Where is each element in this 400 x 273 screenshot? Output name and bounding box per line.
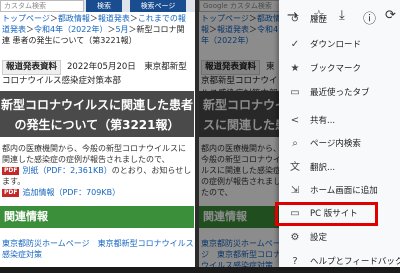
pdf-icon: PDF bbox=[2, 166, 20, 175]
menu-item-label: 共有... bbox=[310, 116, 336, 126]
menu-item-share[interactable]: < 共有... bbox=[279, 110, 400, 132]
menu-item-recent-tabs[interactable]: ▭ 最近使ったタブ bbox=[279, 82, 400, 104]
search-input[interactable]: カスタム検索 bbox=[0, 0, 84, 12]
find-in-page-icon: ⌕ bbox=[292, 138, 298, 149]
highlight-settings bbox=[275, 202, 378, 226]
breadcrumb-press[interactable]: 報道発表 bbox=[98, 14, 130, 23]
search-bar: カスタム検索 検索 検索ページ bbox=[0, 0, 195, 12]
press-header: 報道発表資料 2022年05月20日 東京都新型コロナウイルス感染症対策本部 bbox=[2, 60, 194, 88]
menu-item-label: ヘルプとフィードバック bbox=[310, 257, 400, 267]
attachment-link[interactable]: 別紙（PDF：2,361KB） bbox=[22, 166, 111, 175]
menu-item-download[interactable]: ✓ ダウンロード bbox=[279, 34, 400, 56]
menu-item-translate[interactable]: 文翻訳... bbox=[279, 157, 400, 179]
menu-item-history[interactable]: ↺ 履歴 bbox=[279, 9, 400, 31]
press-badge: 報道発表資料 bbox=[2, 60, 62, 75]
search-page-button[interactable]: 検索ページ bbox=[130, 0, 186, 12]
breadcrumb-top[interactable]: トップページ bbox=[2, 14, 50, 23]
menu-item-settings[interactable]: ⚙ 設定 bbox=[279, 227, 400, 249]
page-panel-left: カスタム検索 検索 検索ページ トップページ＞都政情報＞報道発表＞これまでの報道… bbox=[0, 0, 195, 267]
menu-item-label: 翻訳... bbox=[310, 163, 336, 173]
press-date: 2022年05月20日 bbox=[67, 62, 136, 72]
star-icon: ★ bbox=[290, 63, 300, 74]
menu-item-help[interactable]: ? ヘルプとフィードバック bbox=[279, 251, 400, 273]
search-button[interactable]: 検索 bbox=[86, 0, 122, 12]
menu-item-star[interactable]: ★ ブックマーク bbox=[279, 58, 400, 80]
menu-item-label: ホーム画面に追加 bbox=[310, 186, 378, 196]
pdf-icon: PDF bbox=[2, 188, 20, 197]
settings-icon: ⚙ bbox=[290, 232, 300, 243]
menu-item-label: ブックマーク bbox=[310, 64, 362, 74]
menu-item-label: ダウンロード bbox=[310, 40, 362, 50]
article-text: 都内の医療機関から、今般の新型コロナウイルスに関連した感染症の症例が報告されまし… bbox=[2, 144, 186, 164]
browser-menu: → ☆ ⤓ ⓘ ⟳ ↺ 履歴 ✓ ダウンロード ★ ブックマーク ▭ 最近使ったタブ < 共有..… bbox=[279, 0, 400, 267]
breadcrumb: トップページ＞都政情報＞報道発表＞これまでの報道発表＞令和4年（2022年）＞5… bbox=[2, 14, 186, 45]
breadcrumb-year[interactable]: 令和4年（2022年） bbox=[34, 25, 107, 34]
menu-item-add-to-home[interactable]: ⇲ ホーム画面に追加 bbox=[279, 180, 400, 202]
related-links[interactable]: 東京都防災ホームページ 東京都新型コロナウイルス感染症対策 bbox=[2, 238, 194, 260]
share-icon: < bbox=[290, 115, 300, 126]
menu-item-label: 履歴 bbox=[310, 15, 328, 25]
menu-item-label: 設定 bbox=[310, 233, 328, 243]
recent-tabs-icon: ▭ bbox=[290, 87, 300, 98]
article-body: 都内の医療機関から、今般の新型コロナウイルスに関連した感染症の症例が報告されまし… bbox=[2, 143, 192, 198]
page-title: 新型コロナウイルスに関連した患者の発生について（第3221報） bbox=[0, 91, 194, 137]
history-icon: ↺ bbox=[290, 14, 300, 25]
breadcrumb-month[interactable]: 5月 bbox=[115, 25, 128, 34]
form-link[interactable]: 追加情報（PDF：709KB） bbox=[22, 188, 120, 197]
related-heading: 関連情報 bbox=[0, 206, 194, 228]
breadcrumb-news[interactable]: 都政情報 bbox=[58, 14, 90, 23]
download-icon: ✓ bbox=[290, 39, 300, 50]
translate-icon: 文 bbox=[290, 162, 300, 173]
menu-item-label: ページ内検索 bbox=[310, 139, 361, 149]
menu-item-find-in-page[interactable]: ⌕ ページ内検索 bbox=[279, 133, 400, 155]
help-icon: ? bbox=[292, 256, 298, 267]
menu-backdrop[interactable] bbox=[199, 0, 279, 267]
menu-item-label: 最近使ったタブ bbox=[310, 88, 370, 98]
add-to-home-icon: ⇲ bbox=[290, 185, 300, 196]
